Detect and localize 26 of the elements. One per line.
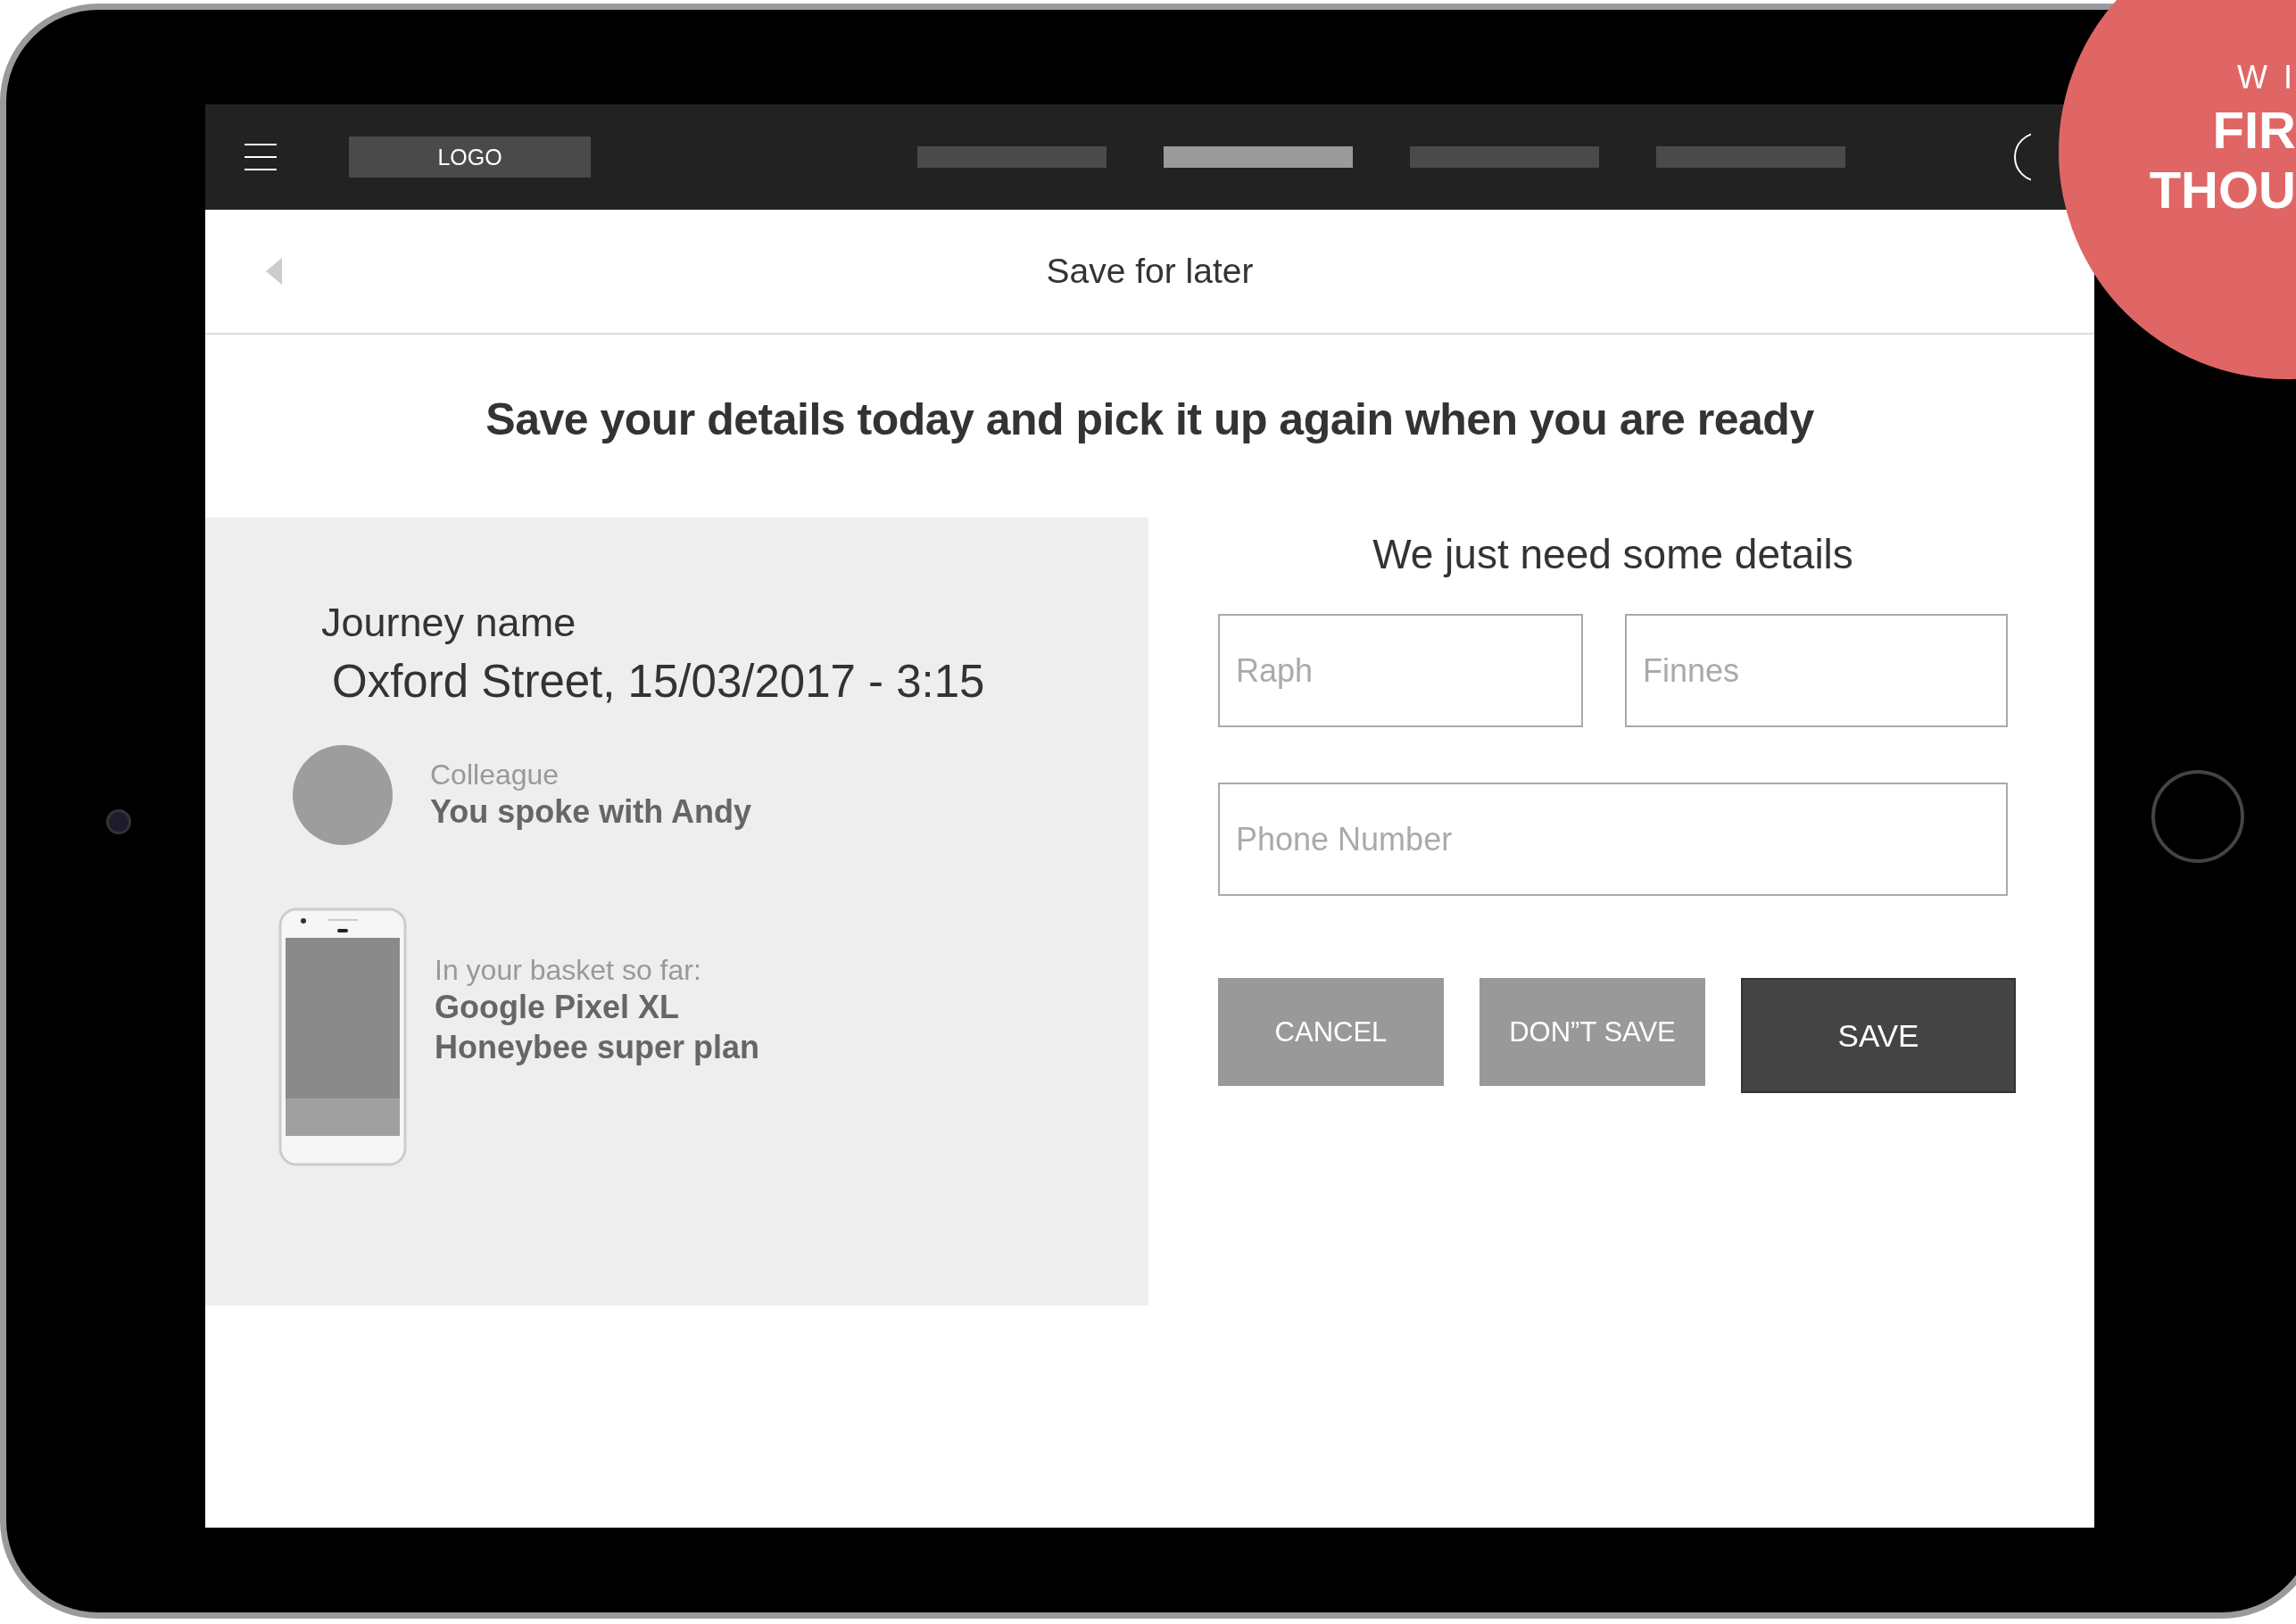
page-title: Save for later — [1046, 252, 1254, 291]
basket-item: Google Pixel XL — [435, 987, 681, 1027]
save-button[interactable]: SAVE — [1741, 978, 2016, 1093]
badge-text: THOU — [2149, 160, 2296, 220]
logo[interactable]: LOGO — [349, 137, 591, 178]
menu-icon[interactable] — [245, 141, 277, 173]
input-field[interactable]: Phone Number — [1218, 783, 2008, 896]
nav-tab[interactable] — [1164, 146, 1353, 168]
basket-item: Honeybee super plan — [435, 1027, 760, 1067]
back-icon[interactable] — [266, 258, 282, 285]
input-field[interactable]: Finnes — [1625, 614, 2008, 727]
basket-label: In your basket so far: — [435, 953, 702, 987]
journey-label: Journey name — [321, 600, 577, 646]
colleague-text: You spoke with Andy — [430, 792, 752, 832]
colleague-label: Colleague — [430, 758, 560, 791]
home-button[interactable] — [2151, 770, 2244, 863]
nav-tab[interactable] — [1656, 146, 1845, 168]
badge-text: FIR — [2212, 100, 2296, 160]
badge-text: W I — [2237, 59, 2296, 96]
camera-icon — [106, 809, 131, 834]
journey-value: Oxford Street, 15/03/2017 - 3:15 — [332, 655, 986, 708]
form-title: We just need some details — [1372, 530, 1854, 578]
nav-tab[interactable] — [917, 146, 1107, 168]
input-field[interactable]: Raph — [1218, 614, 1583, 727]
headline: Save your details today and pick it up again when you are ready — [485, 394, 1814, 445]
nav-tab[interactable] — [1410, 146, 1599, 168]
